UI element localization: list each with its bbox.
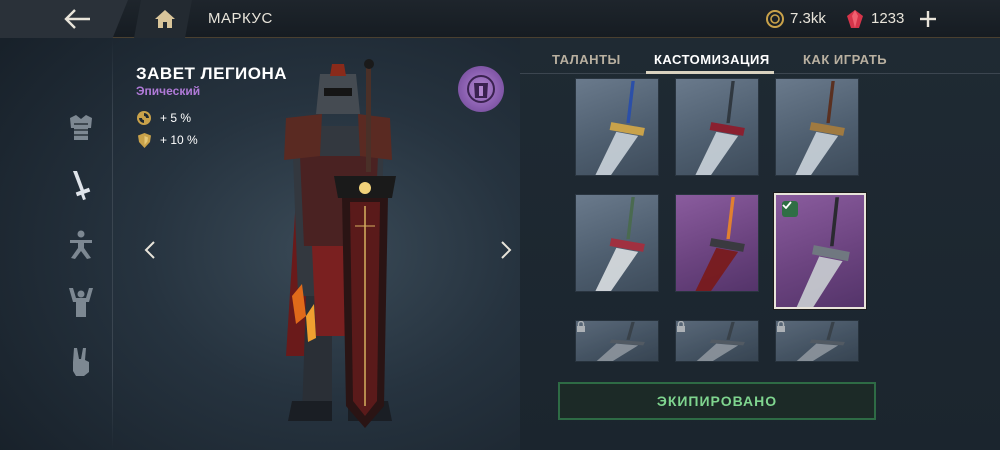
home-icon xyxy=(155,10,175,28)
lock-icon xyxy=(777,321,785,332)
nav-gesture[interactable] xyxy=(62,342,100,380)
back-arrow-icon xyxy=(64,9,90,29)
skin-card[interactable] xyxy=(774,193,866,309)
sword-skin-image xyxy=(795,80,845,175)
nav-divider xyxy=(112,38,113,450)
next-skin-arrow[interactable] xyxy=(496,238,516,262)
sword-skin-image xyxy=(595,196,645,291)
lock-icon xyxy=(577,321,585,332)
stat-value: + 5 % xyxy=(160,111,192,125)
skin-card-locked[interactable] xyxy=(575,320,659,362)
victory-pose-icon xyxy=(69,288,93,317)
gems-amount: 1233 xyxy=(871,10,905,27)
helmet-emblem-icon xyxy=(467,75,495,103)
gem-icon xyxy=(847,10,863,28)
equip-button[interactable]: ЭКИПИРОВАНО xyxy=(558,382,876,420)
fighting-stance-icon xyxy=(70,230,92,259)
lock-icon xyxy=(677,321,685,332)
top-bar: МАРКУС 7.3kk 1233 xyxy=(0,0,1000,38)
armor-icon xyxy=(70,115,92,140)
skin-card-locked[interactable] xyxy=(675,320,759,362)
skin-card[interactable] xyxy=(775,78,859,176)
sword-skin-image xyxy=(796,321,845,361)
nav-armor[interactable] xyxy=(62,108,100,146)
character-model xyxy=(284,59,396,428)
sword-skin-image xyxy=(596,321,645,361)
class-emblem[interactable] xyxy=(458,66,504,112)
shield-icon xyxy=(138,133,151,148)
sword-skin-image xyxy=(696,321,745,361)
nav-weapon[interactable] xyxy=(62,166,100,204)
item-rarity: Эпический xyxy=(136,84,201,98)
skin-card[interactable] xyxy=(675,194,759,292)
tab-customization[interactable]: КАСТОМИЗАЦИЯ xyxy=(654,52,770,67)
chevron-right-icon xyxy=(501,241,512,259)
skin-card-locked[interactable] xyxy=(775,320,859,362)
tab-how-to-play[interactable]: КАК ИГРАТЬ xyxy=(803,52,887,67)
coins-amount: 7.3kk xyxy=(790,10,826,27)
sword-skin-image xyxy=(695,80,745,175)
tab-talents[interactable]: ТАЛАНТЫ xyxy=(552,52,621,67)
home-button[interactable] xyxy=(134,0,192,38)
page-title: МАРКУС xyxy=(208,10,273,27)
chevron-left-icon xyxy=(144,241,155,259)
skin-card[interactable] xyxy=(575,78,659,176)
equipped-check-icon xyxy=(782,201,798,217)
coin-icon xyxy=(766,10,784,28)
stat-value: + 10 % xyxy=(160,133,198,147)
swirl-icon xyxy=(137,111,151,125)
back-button[interactable] xyxy=(0,0,128,38)
active-tab-indicator xyxy=(646,71,774,74)
sword-skin-image xyxy=(595,80,645,175)
skin-card[interactable] xyxy=(675,78,759,176)
skin-card[interactable] xyxy=(575,194,659,292)
nav-stance[interactable] xyxy=(62,226,100,264)
peace-hand-icon xyxy=(73,348,89,376)
sword-skin-image xyxy=(695,196,745,291)
prev-skin-arrow[interactable] xyxy=(140,238,160,262)
nav-victory[interactable] xyxy=(62,284,100,322)
sword-icon xyxy=(73,171,91,201)
plus-icon[interactable] xyxy=(918,9,938,29)
